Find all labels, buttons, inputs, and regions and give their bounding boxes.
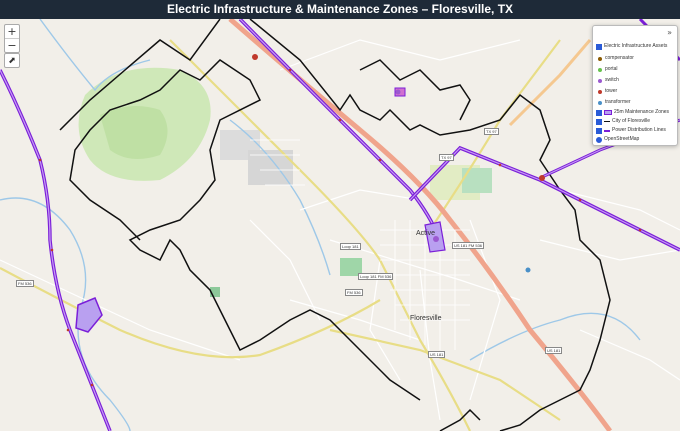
zoom-out-button[interactable]: − (5, 38, 19, 52)
layer-label: City of Floresville (612, 118, 651, 124)
layer-label: 25m Maintenance Zones (614, 109, 670, 115)
layer-maintenance-zones[interactable]: 25m Maintenance Zones (596, 109, 669, 116)
layer-osm[interactable]: OpenStreetMap (596, 136, 639, 143)
power-swatch-icon (604, 129, 610, 132)
checkbox-icon[interactable] (596, 43, 602, 50)
layer-power-lines[interactable]: Power Distribution Lines (596, 127, 666, 134)
road-shield-us181-south: US 181 (545, 347, 563, 354)
zoom-in-button[interactable]: + (5, 25, 19, 38)
legend-label: portal (605, 66, 618, 72)
portal-icon (598, 67, 602, 72)
checkbox-icon[interactable] (596, 109, 602, 116)
switch-icon (598, 78, 602, 83)
map-canvas[interactable]: Active Floresville Loop 181 Loop 181 FM … (0, 19, 680, 431)
road-shield-loop181: Loop 181 (340, 243, 361, 250)
transformer-icon (598, 100, 602, 105)
legend-label: switch (605, 77, 619, 83)
road-shield-loop181-fm536: Loop 181 FM 536 (358, 273, 394, 280)
road-shield-fm536: FM 536 (345, 289, 363, 296)
radio-icon[interactable] (596, 136, 602, 143)
zoom-control: + − (4, 24, 20, 53)
layer-label: Electric Infrastructure Assets (604, 43, 668, 49)
road-shield-tx97-b: TX 97 (439, 154, 454, 161)
legend-item-portal: portal (598, 66, 618, 73)
zone-swatch-icon (604, 110, 612, 115)
road-shield-tx97: TX 97 (484, 128, 499, 135)
layer-label: OpenStreetMap (604, 136, 640, 142)
layer-electric-assets[interactable]: Electric Infrastructure Assets (596, 43, 667, 50)
layer-city[interactable]: City of Floresville (596, 118, 650, 125)
legend-label: compensator (605, 55, 634, 61)
checkbox-icon[interactable] (596, 127, 602, 134)
city-swatch-icon (604, 121, 610, 122)
legend-item-transformer: transformer (598, 99, 631, 106)
active-label: Active (416, 230, 436, 237)
town-label: Floresville (410, 315, 442, 322)
compensator-icon (598, 56, 602, 61)
legend-item-switch: switch (598, 77, 619, 84)
legend-label: tower (605, 88, 618, 94)
road-shield-fm536-west: FM 536 (16, 280, 34, 287)
tower-icon (598, 89, 602, 94)
legend-label: transformer (605, 99, 631, 105)
checkbox-icon[interactable] (596, 118, 602, 125)
measure-button[interactable]: ⬈ (4, 53, 20, 68)
collapse-icon[interactable]: » (667, 28, 672, 37)
road-shield-us181: US 181 (428, 351, 446, 358)
map-title: Electric Infrastructure & Maintenance Zo… (0, 0, 680, 19)
layer-control[interactable]: » Electric Infrastructure Assets compens… (592, 25, 678, 146)
legend-item-compensator: compensator (598, 55, 634, 62)
road-shield-us181-fm536: US 181 FM 536 (452, 242, 485, 249)
basemap[interactable] (0, 19, 680, 431)
layer-label: Power Distribution Lines (612, 127, 666, 133)
legend-item-tower: tower (598, 88, 617, 95)
